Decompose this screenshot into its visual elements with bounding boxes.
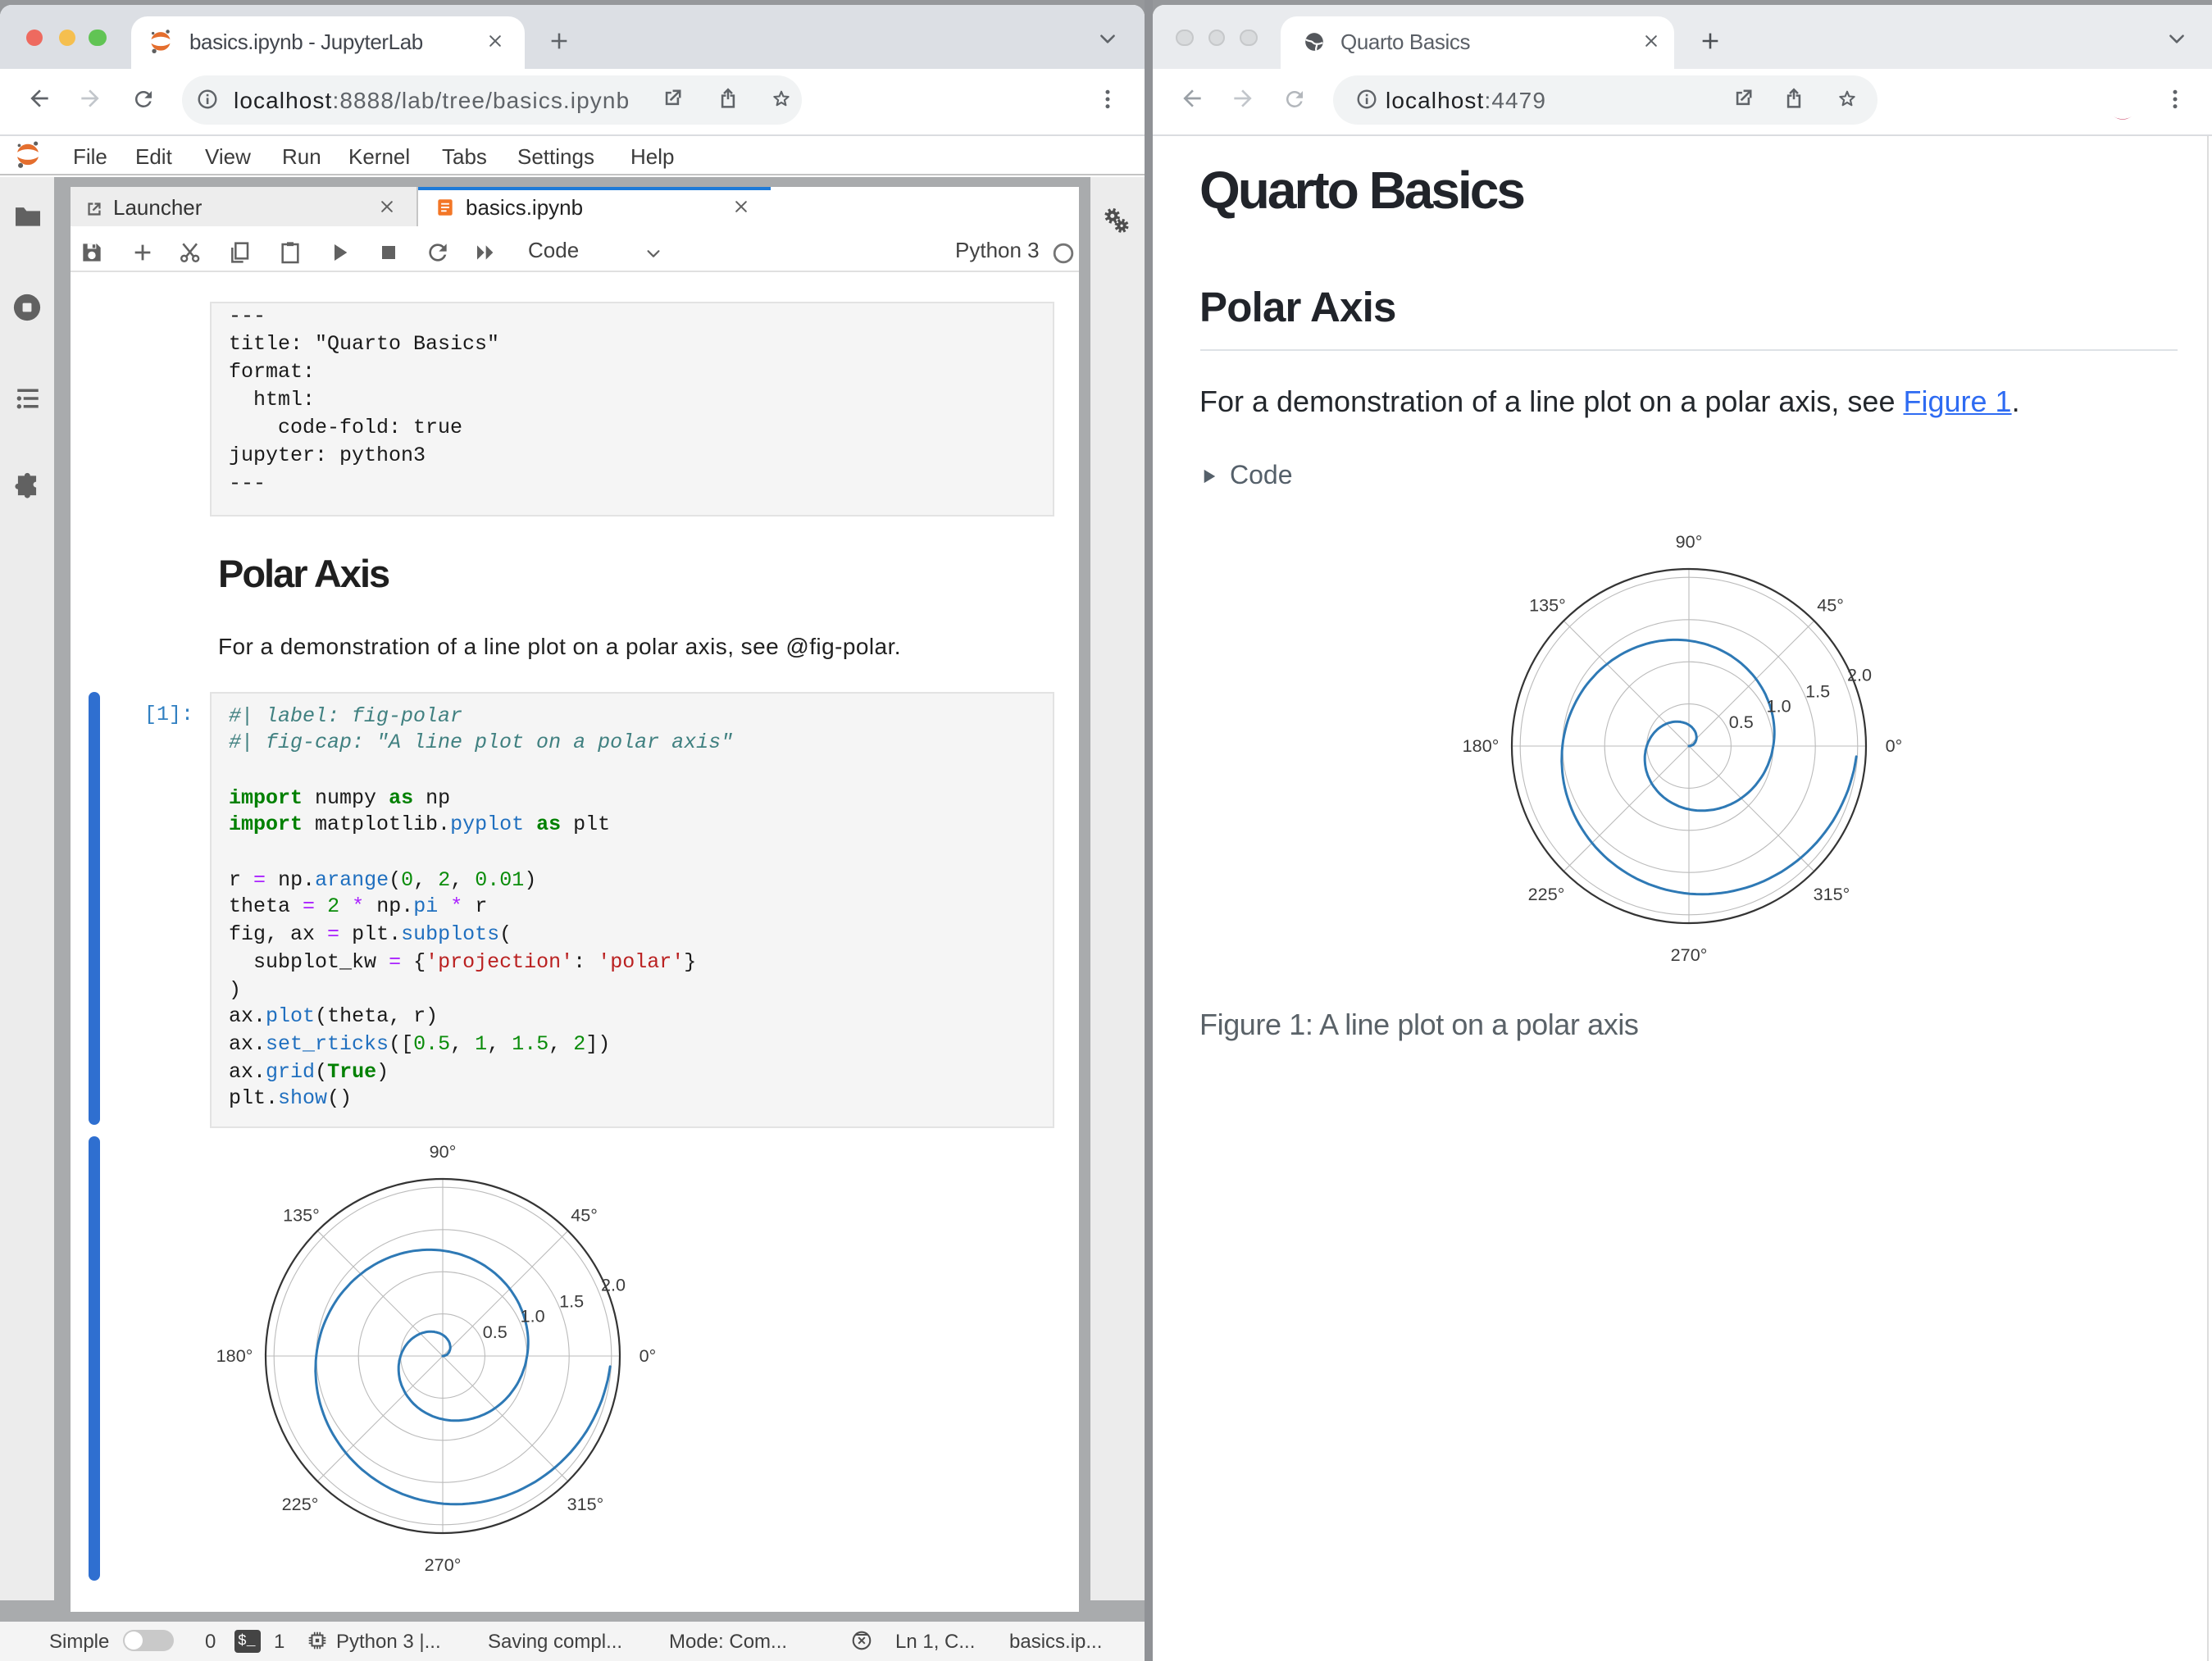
svg-text:1.0: 1.0 xyxy=(1767,695,1791,716)
svg-text:45°: 45° xyxy=(1817,594,1844,615)
svg-text:270°: 270° xyxy=(424,1555,461,1576)
svg-text:90°: 90° xyxy=(1676,531,1703,552)
svg-text:2.0: 2.0 xyxy=(1847,665,1872,685)
svg-text:180°: 180° xyxy=(216,1346,253,1367)
svg-text:135°: 135° xyxy=(1529,594,1566,615)
svg-text:2.0: 2.0 xyxy=(600,1275,625,1295)
svg-text:135°: 135° xyxy=(283,1205,320,1226)
svg-text:0.5: 0.5 xyxy=(1729,712,1754,732)
svg-text:315°: 315° xyxy=(1814,884,1850,904)
svg-text:225°: 225° xyxy=(1528,884,1565,904)
svg-text:1.0: 1.0 xyxy=(520,1306,544,1327)
svg-text:270°: 270° xyxy=(1671,944,1708,965)
svg-text:0°: 0° xyxy=(1886,735,1903,756)
svg-text:315°: 315° xyxy=(567,1495,603,1515)
svg-text:1.5: 1.5 xyxy=(1805,680,1830,701)
svg-text:0.5: 0.5 xyxy=(482,1322,507,1343)
svg-text:1.5: 1.5 xyxy=(559,1291,584,1312)
svg-text:225°: 225° xyxy=(281,1495,318,1515)
svg-text:0°: 0° xyxy=(639,1346,656,1367)
svg-text:45°: 45° xyxy=(571,1205,598,1226)
svg-text:90°: 90° xyxy=(429,1142,456,1163)
svg-text:180°: 180° xyxy=(1463,735,1500,756)
